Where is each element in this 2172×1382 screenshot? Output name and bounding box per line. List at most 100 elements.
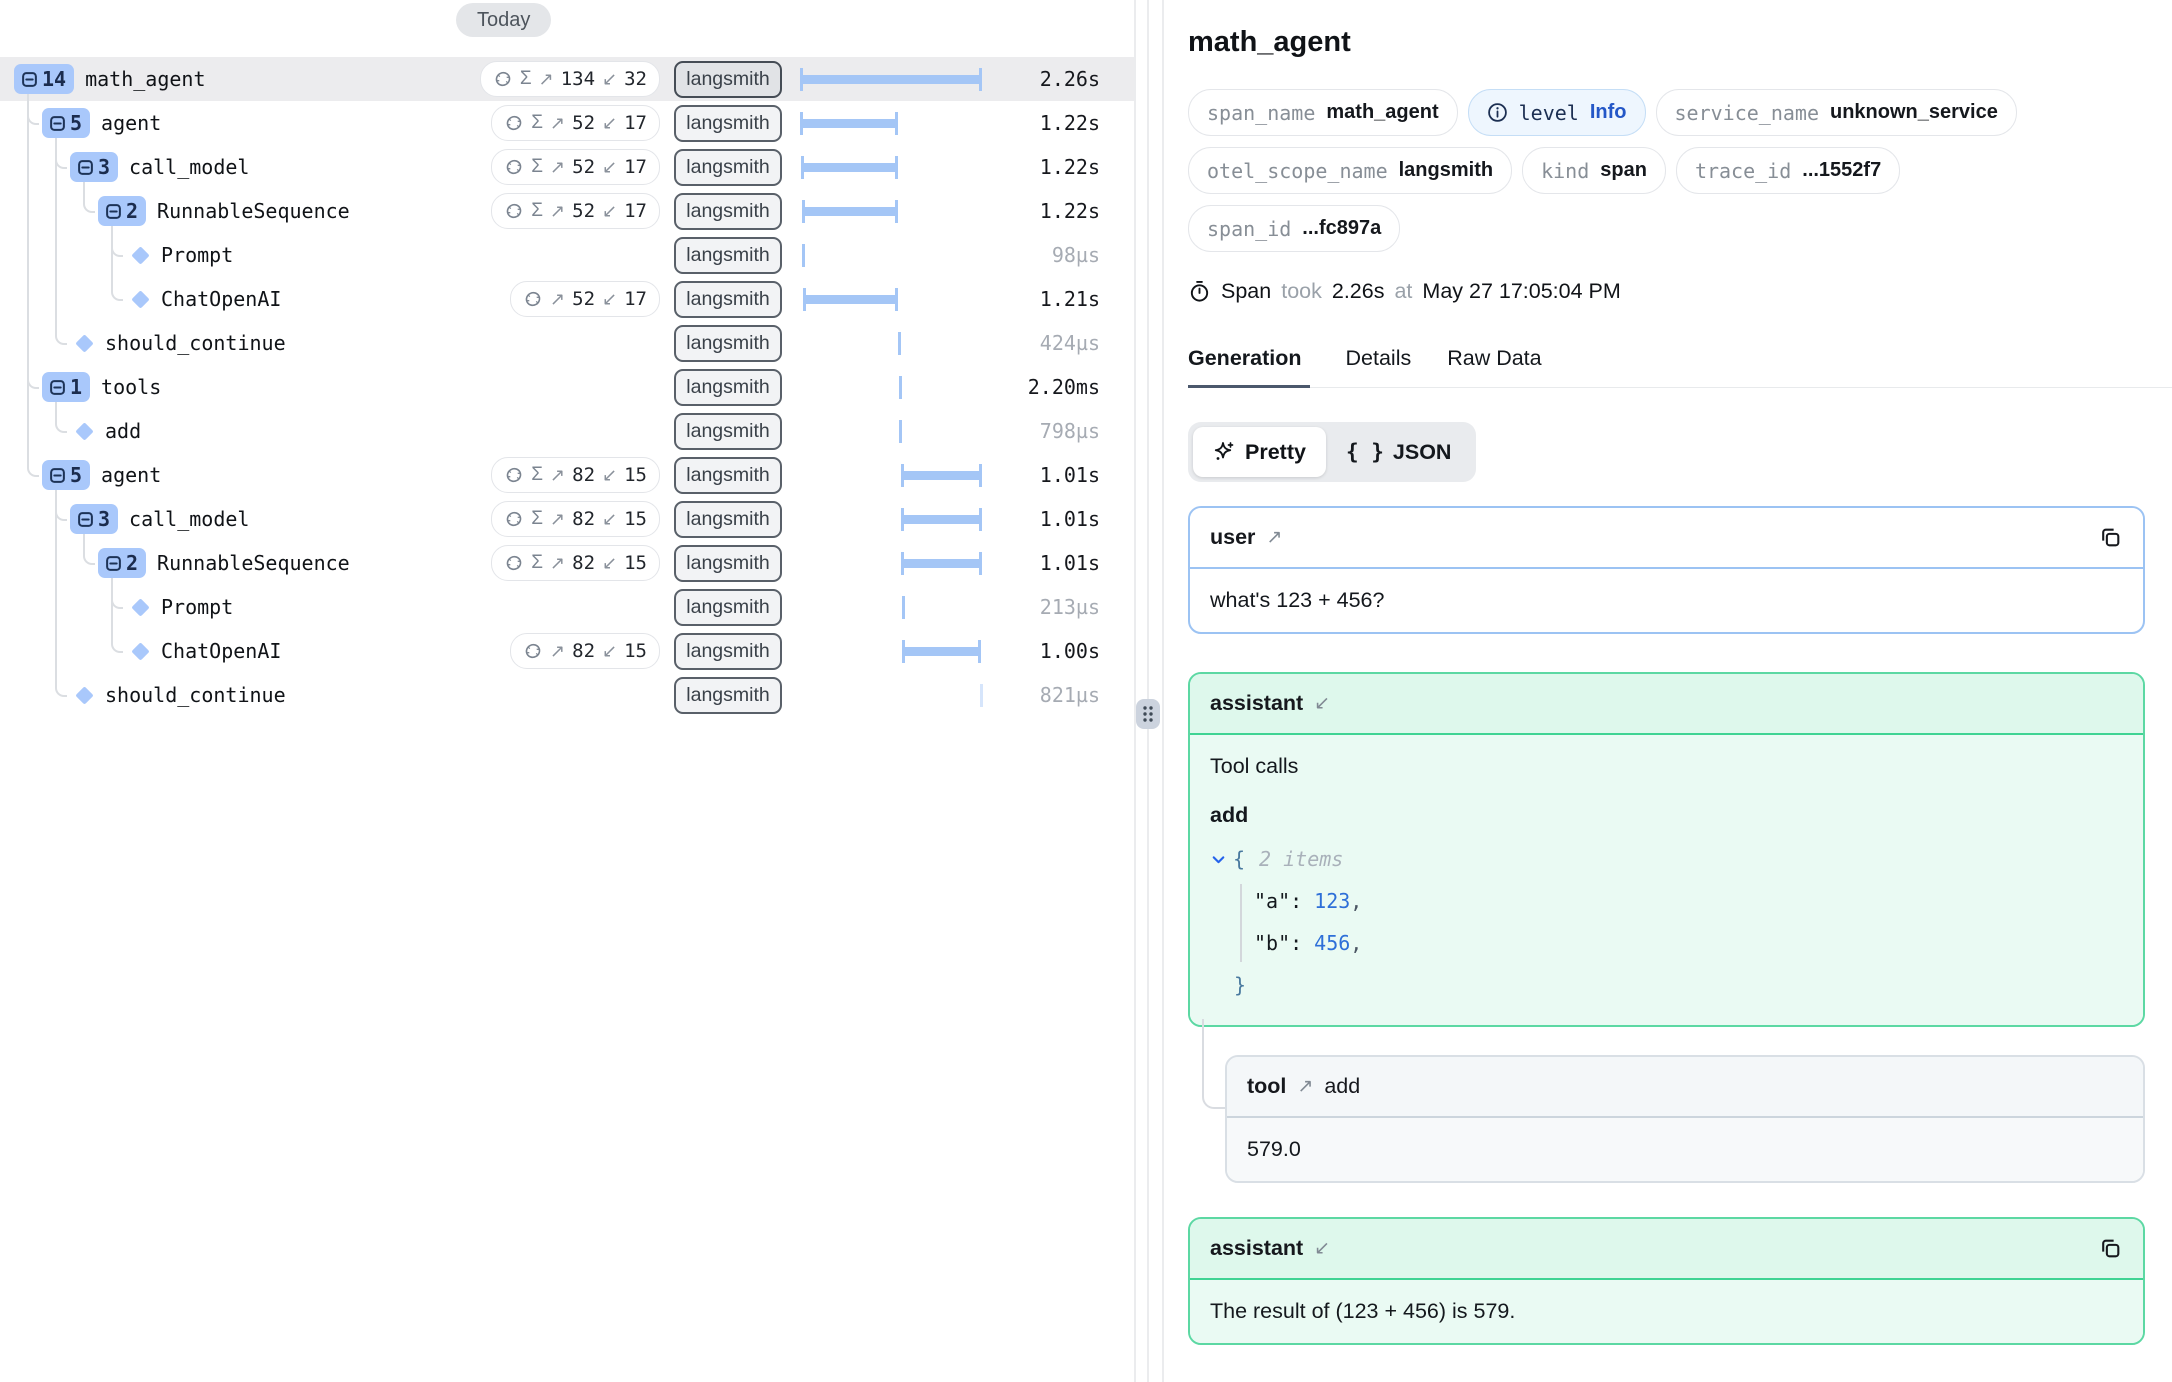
chip-value: ...fc897a <box>1302 217 1381 240</box>
tokens-in-count: 82 <box>572 552 595 574</box>
role-label: assistant <box>1210 1236 1303 1261</box>
tokens-in-count: 134 <box>561 68 595 90</box>
copy-button[interactable] <box>2098 525 2123 550</box>
duration-value: 2.20ms <box>982 375 1100 399</box>
message-card-assistant-tool-calls: assistant ↙ Tool calls add { 2 items "a"… <box>1188 672 2145 1027</box>
json-key: "b": <box>1254 931 1302 955</box>
copy-button[interactable] <box>2098 1236 2123 1261</box>
langsmith-tag: langsmith <box>674 325 782 362</box>
tokens-in-arrow-icon: ↗ <box>550 113 565 134</box>
duration-value: 1.01s <box>982 551 1100 575</box>
tokens-out-count: 15 <box>624 640 647 662</box>
tokens-in-count: 52 <box>572 288 595 310</box>
langsmith-tag: langsmith <box>674 501 782 538</box>
pretty-view-button[interactable]: Pretty <box>1193 427 1326 477</box>
tree-connector-line <box>55 137 67 345</box>
coin-icon <box>504 509 524 529</box>
leaf-diamond-icon <box>75 422 93 440</box>
trace-tree-row-Prompt[interactable]: Promptlangsmith213µs <box>0 585 1134 629</box>
collapse-toggle-badge[interactable]: 5 <box>42 460 90 490</box>
tokens-in-arrow-icon: ↗ <box>550 641 565 662</box>
trace-tree-row-agent[interactable]: 5agentΣ↗52↙17langsmith1.22s <box>0 101 1134 145</box>
square-minus-icon <box>77 159 94 176</box>
assistant-card-header: assistant ↙ <box>1190 674 2143 735</box>
panel-border-left <box>1134 0 1136 1382</box>
trace-tree-row-RunnableSequence[interactable]: 2RunnableSequenceΣ↗82↙15langsmith1.01s <box>0 541 1134 585</box>
span-name-label: call_model <box>129 155 249 179</box>
timeline-track <box>800 321 982 365</box>
collapse-toggle-badge[interactable]: 1 <box>42 372 90 402</box>
info-circle-icon <box>1487 102 1508 123</box>
span-name-label: agent <box>101 463 161 487</box>
tokens-out-arrow-icon: ↙ <box>602 201 617 222</box>
collapse-toggle-badge[interactable]: 2 <box>98 196 146 226</box>
sparkle-icon <box>1213 441 1235 463</box>
tab-generation[interactable]: Generation <box>1188 346 1310 388</box>
resize-grip-handle[interactable] <box>1136 699 1160 729</box>
chip-value: ...1552f7 <box>1802 159 1881 182</box>
span-summary-line: Span took 2.26s at May 27 17:05:04 PM <box>1188 279 2145 304</box>
tab-details[interactable]: Details <box>1346 346 1412 388</box>
json-close-line: } <box>1210 964 2123 1006</box>
user-message-text: what's 123 + 456? <box>1190 569 2143 632</box>
collapse-toggle-badge[interactable]: 3 <box>70 152 118 182</box>
token-usage-badge: Σ↗52↙17 <box>491 105 660 141</box>
collapse-toggle-badge[interactable]: 5 <box>42 108 90 138</box>
chip-value: span <box>1600 159 1647 182</box>
chip-key: trace_id <box>1695 159 1791 183</box>
leaf-diamond-icon <box>131 246 149 264</box>
message-card-user: user ↗ what's 123 + 456? <box>1188 506 2145 634</box>
chip-key: span_id <box>1207 217 1291 241</box>
tokens-in-arrow-icon: ↗ <box>550 553 565 574</box>
trace-tree-row-agent[interactable]: 5agentΣ↗82↙15langsmith1.01s <box>0 453 1134 497</box>
tokens-in-arrow-icon: ↗ <box>550 465 565 486</box>
pretty-label: Pretty <box>1245 440 1306 465</box>
tokens-out-count: 32 <box>624 68 647 90</box>
json-view-button[interactable]: { } JSON <box>1326 427 1472 477</box>
collapse-toggle-badge[interactable]: 3 <box>70 504 118 534</box>
timeline-track <box>800 497 982 541</box>
trace-tree-row-RunnableSequence[interactable]: 2RunnableSequenceΣ↗52↙17langsmith1.22s <box>0 189 1134 233</box>
timeline-track <box>800 57 982 101</box>
square-minus-icon <box>77 511 94 528</box>
panel-resize-divider[interactable] <box>1147 0 1149 1382</box>
leaf-diamond-icon <box>131 290 149 308</box>
trace-tree-row-call_model[interactable]: 3call_modelΣ↗82↙15langsmith1.01s <box>0 497 1134 541</box>
tokens-out-count: 17 <box>624 200 647 222</box>
copy-icon <box>2098 1236 2123 1261</box>
tool-connector-line <box>1202 1019 1227 1109</box>
tool-call-args-json: { 2 items "a":123,"b":456, } <box>1210 838 2123 1006</box>
collapse-toggle-badge[interactable]: 2 <box>98 548 146 578</box>
chip-key: level <box>1519 101 1579 125</box>
duration-bar <box>901 559 982 568</box>
message-card-assistant-final: assistant ↙ The result of (123 + 456) is… <box>1188 1217 2145 1345</box>
trace-tree-row-add[interactable]: addlangsmith798µs <box>0 409 1134 453</box>
attribute-chip-span_name: span_namemath_agent <box>1188 89 1458 136</box>
collapse-toggle-badge[interactable]: 14 <box>14 64 74 94</box>
tab-raw-data[interactable]: Raw Data <box>1447 346 1541 388</box>
trace-tree-row-should_continue[interactable]: should_continuelangsmith424µs <box>0 321 1134 365</box>
langsmith-tag: langsmith <box>674 413 782 450</box>
span-name-label: RunnableSequence <box>157 551 350 575</box>
json-comma: , <box>1350 889 1362 913</box>
trace-tree-row-ChatOpenAI[interactable]: ChatOpenAI↗52↙17langsmith1.21s <box>0 277 1134 321</box>
timeline-track <box>800 189 982 233</box>
trace-tree-row-ChatOpenAI[interactable]: ChatOpenAI↗82↙15langsmith1.00s <box>0 629 1134 673</box>
token-usage-badge: Σ↗134↙32 <box>480 61 660 97</box>
trace-tree-row-should_continue[interactable]: should_continuelangsmith821µs <box>0 673 1134 717</box>
child-count: 3 <box>98 155 110 179</box>
duration-bar <box>803 295 899 304</box>
coin-icon <box>504 201 524 221</box>
arrow-up-right-icon: ↗ <box>1297 1075 1313 1098</box>
trace-tree-row-Prompt[interactable]: Promptlangsmith98µs <box>0 233 1134 277</box>
timeline-track <box>800 277 982 321</box>
trace-tree-row-call_model[interactable]: 3call_modelΣ↗52↙17langsmith1.22s <box>0 145 1134 189</box>
chevron-down-icon[interactable] <box>1210 851 1227 868</box>
tokens-out-count: 15 <box>624 552 647 574</box>
chip-value: langsmith <box>1399 159 1493 182</box>
tabs-divider-line <box>1188 387 2172 389</box>
trace-tree-row-math_agent[interactable]: 14math_agentΣ↗134↙32langsmith2.26s <box>0 57 1134 101</box>
date-filter-pill[interactable]: Today <box>456 3 551 37</box>
trace-tree-row-tools[interactable]: 1toolslangsmith2.20ms <box>0 365 1134 409</box>
chip-key: service_name <box>1675 101 1820 125</box>
